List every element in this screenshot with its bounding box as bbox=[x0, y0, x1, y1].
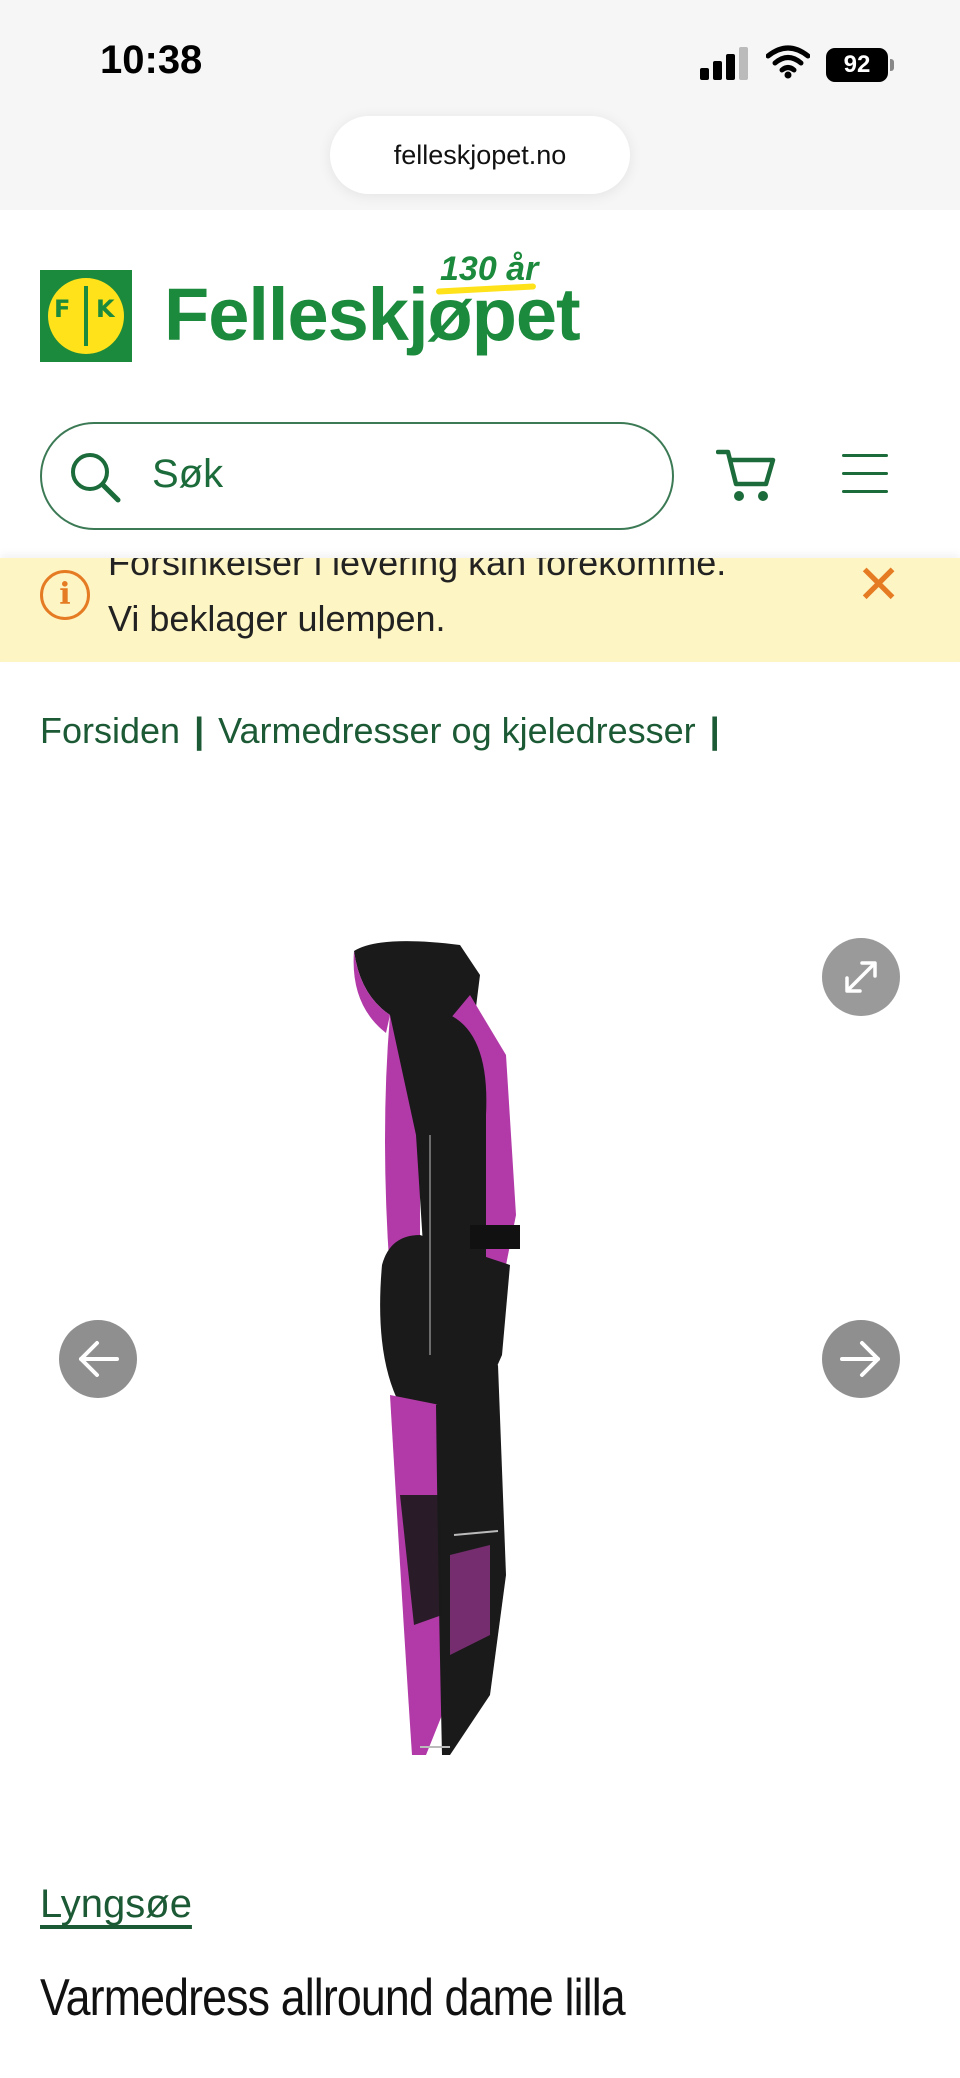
breadcrumb-separator: | bbox=[194, 710, 205, 751]
breadcrumb: Forsiden | Varmedresser og kjeledresser | bbox=[40, 710, 734, 752]
status-time: 10:38 bbox=[100, 38, 203, 82]
page: 10:38 92 felleskjopet.no F K 130 år Fell… bbox=[0, 0, 960, 2078]
arrow-left-icon bbox=[79, 1341, 119, 1377]
logo-letter-f: F bbox=[54, 295, 71, 323]
cart-icon[interactable] bbox=[716, 446, 778, 504]
wifi-icon bbox=[766, 45, 810, 79]
product-brand-link[interactable]: Lyngsøe bbox=[40, 1882, 192, 1927]
hamburger-menu-icon[interactable] bbox=[842, 454, 888, 494]
browser-url-area: felleskjopet.no bbox=[0, 110, 960, 210]
cellular-signal-icon bbox=[700, 46, 752, 80]
url-bar[interactable]: felleskjopet.no bbox=[330, 116, 630, 194]
arrow-right-icon bbox=[840, 1341, 880, 1377]
info-icon: i bbox=[40, 570, 90, 620]
search-placeholder: Søk bbox=[152, 452, 224, 496]
breadcrumb-item-home[interactable]: Forsiden bbox=[40, 710, 180, 751]
expand-icon bbox=[845, 961, 877, 993]
breadcrumb-separator: | bbox=[709, 710, 720, 751]
previous-image-button[interactable] bbox=[59, 1320, 137, 1398]
battery-level: 92 bbox=[826, 48, 888, 82]
expand-image-button[interactable] bbox=[822, 938, 900, 1016]
product-image[interactable] bbox=[330, 935, 610, 1775]
logo-letter-k: K bbox=[96, 295, 115, 323]
notice-text-line2: Vi beklager ulempen. bbox=[108, 598, 446, 639]
notice-banner: i Forsinkelser i levering kan forekomme.… bbox=[0, 558, 960, 662]
next-image-button[interactable] bbox=[822, 1320, 900, 1398]
logo[interactable]: F K bbox=[40, 270, 132, 362]
search-input[interactable]: Søk bbox=[40, 422, 674, 530]
breadcrumb-item-category[interactable]: Varmedresser og kjeledresser bbox=[218, 710, 696, 751]
brand-name[interactable]: Felleskjøpet bbox=[164, 272, 581, 357]
close-icon[interactable]: ✕ bbox=[856, 558, 901, 612]
notice-text-line1: Forsinkelser i levering kan forekomme. bbox=[108, 558, 727, 583]
search-icon bbox=[71, 453, 121, 503]
product-title: Varmedress allround dame lilla bbox=[40, 1969, 626, 2027]
battery-icon: 92 bbox=[826, 48, 894, 82]
status-bar: 10:38 92 bbox=[0, 0, 960, 110]
